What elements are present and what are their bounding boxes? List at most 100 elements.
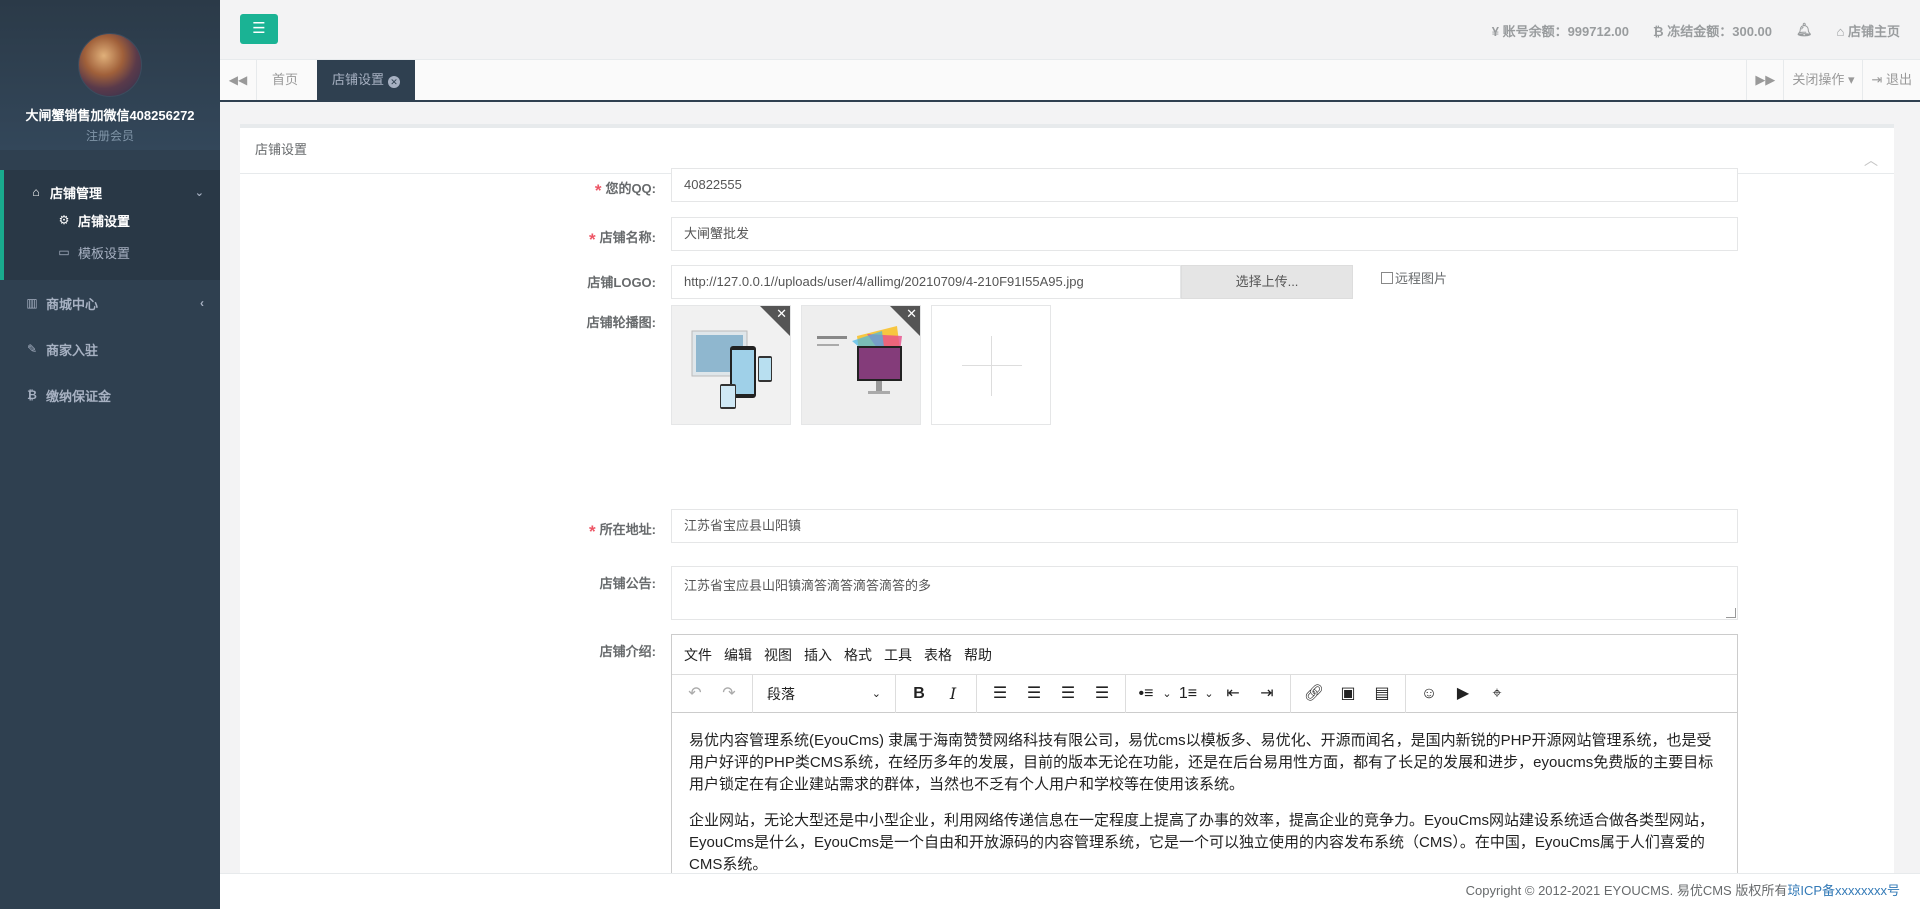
qq-input[interactable]: 40822555 [671, 168, 1738, 202]
logo-label: 店铺LOGO: [587, 275, 656, 290]
logo-url-input[interactable]: http://127.0.0.1//uploads/user/4/allimg/… [671, 265, 1181, 299]
intro-label: 店铺介绍: [599, 644, 656, 659]
align-group: ☰ ☰ ☰ ☰ [977, 674, 1126, 713]
tab-scroll-left-button[interactable]: ◀◀ [220, 60, 257, 100]
notice-textarea[interactable]: 江苏省宝应县山阳镇滴答滴答滴答滴答的多 [671, 566, 1738, 620]
sidebar-group-shop-management: ⌂ 店铺管理 ⌄ ⚙ 店铺设置 ▭ 模板设置 [0, 170, 220, 280]
sidebar-item-label: 店铺管理 [50, 185, 103, 201]
backward-icon: ◀◀ [228, 73, 248, 87]
sidebar-item-mall-center[interactable]: ▥ 商城中心 ‹ [0, 280, 220, 326]
editor-menu-view[interactable]: 视图 [764, 645, 792, 665]
edit-icon: ✎ [26, 342, 38, 356]
icp-link[interactable]: 琼ICP备xxxxxxxx号 [1787, 883, 1900, 898]
logout-button[interactable]: ⇥ 退出 [1862, 60, 1920, 100]
profile-name[interactable]: 大闸蟹销售加微信408256272 [0, 105, 220, 124]
sidebar-nav: ⌂ 店铺管理 ⌄ ⚙ 店铺设置 ▭ 模板设置 ▥ 商城中心 ‹ ✎ 商家入驻 ₿… [0, 170, 220, 418]
block-format-select[interactable]: 段落 ⌄ [759, 680, 889, 708]
align-center-icon[interactable]: ☰ [1017, 680, 1051, 708]
add-banner-button[interactable] [931, 305, 1051, 425]
close-operations-dropdown[interactable]: 关闭操作 ▾ [1783, 60, 1862, 100]
plus-icon-vertical [991, 336, 992, 396]
resize-handle[interactable] [1726, 608, 1736, 618]
editor-menu-insert[interactable]: 插入 [804, 645, 832, 665]
italic-icon[interactable]: I [936, 680, 970, 708]
bold-icon[interactable]: B [902, 680, 936, 708]
plus-icon [962, 365, 1022, 366]
notice-text: 江苏省宝应县山阳镇滴答滴答滴答滴答的多 [684, 578, 932, 593]
home-icon: ⌂ [1836, 23, 1848, 39]
close-icon[interactable]: ✕ [906, 306, 917, 322]
chevron-down-icon[interactable]: ⌄ [1202, 680, 1216, 708]
image-icon[interactable]: ▣ [1331, 680, 1365, 708]
upload-button[interactable]: 选择上传... [1181, 265, 1353, 299]
redo-icon[interactable]: ↷ [712, 680, 746, 708]
style-group: B I [896, 674, 977, 713]
editor-content[interactable]: 易优内容管理系统(EyouCms) 隶属于海南赞赞网络科技有限公司，易优cms以… [672, 713, 1737, 873]
align-right-icon[interactable]: ☰ [1051, 680, 1085, 708]
tab-scroll-right-button[interactable]: ▶▶ [1746, 60, 1783, 100]
chevron-up-icon[interactable]: ︿ [1864, 138, 1878, 182]
panel-title: 店铺设置 [255, 142, 308, 157]
sidebar-item-deposit[interactable]: ₿ 缴纳保证金 [0, 372, 220, 418]
sidebar-subitem-shop-settings[interactable]: ⚙ 店铺设置 [4, 204, 220, 236]
banner-thumbnail[interactable]: ✕ [801, 305, 921, 425]
editor-menu-file[interactable]: 文件 [684, 645, 712, 665]
menu-toggle-button[interactable]: ☰ [240, 14, 278, 44]
chevron-down-icon: ⌄ [194, 186, 204, 199]
numbered-list-icon[interactable]: 1≡ [1174, 680, 1202, 708]
bullet-list-icon[interactable]: •≡ [1132, 680, 1160, 708]
emoji-icon[interactable]: ☺ [1412, 680, 1446, 708]
bitcoin-icon: ₿ [27, 388, 37, 402]
banner-thumbnail[interactable]: ✕ [671, 305, 791, 425]
editor-menu-edit[interactable]: 编辑 [724, 645, 752, 665]
avatar[interactable] [78, 33, 142, 97]
editor-paragraph: 企业网站，无论大型还是中小型企业，利用网络传递信息在一定程度上提高了办事的效率，… [689, 812, 1715, 873]
topbar-right: ¥ 账号余额：999712.00 ₿ 冻结金额：300.00 🔔︎ ⌂ 店铺主页 [1468, 0, 1900, 60]
align-left-icon[interactable]: ☰ [983, 680, 1017, 708]
close-icon[interactable]: ✕ [388, 76, 401, 88]
account-balance: ¥ 账号余额：999712.00 [1491, 23, 1630, 39]
required-mark: * [589, 522, 596, 541]
frozen-amount: ₿ 冻结金额：300.00 [1653, 23, 1772, 39]
address-input[interactable]: 江苏省宝应县山阳镇 [671, 509, 1738, 543]
gallery-icon[interactable]: ▤ [1365, 680, 1399, 708]
shop-name-label: * 店铺名称: [589, 230, 656, 249]
shop-name-input[interactable]: 大闸蟹批发 [671, 217, 1738, 251]
tab-bar-right: ▶▶ 关闭操作 ▾ ⇥ 退出 [1746, 60, 1920, 100]
editor-menu-table[interactable]: 表格 [924, 645, 952, 665]
media-icon[interactable]: ▶ [1446, 680, 1480, 708]
editor-menubar: 文件 编辑 视图 插入 格式 工具 表格 帮助 [672, 635, 1737, 675]
sidebar-subitem-template-settings[interactable]: ▭ 模板设置 [4, 236, 220, 268]
sidebar: 大闸蟹销售加微信408256272 注册会员 ⌂ 店铺管理 ⌄ ⚙ 店铺设置 ▭… [0, 0, 220, 909]
editor-menu-format[interactable]: 格式 [844, 645, 872, 665]
indent-icon[interactable]: ⇥ [1250, 680, 1284, 708]
outdent-icon[interactable]: ⇤ [1216, 680, 1250, 708]
link-icon[interactable]: 🔗︎ [1297, 680, 1331, 708]
sidebar-item-label: 店铺设置 [78, 213, 131, 229]
banner-label: 店铺轮播图: [586, 315, 656, 330]
editor-menu-tools[interactable]: 工具 [884, 645, 912, 665]
logout-icon: ⇥ [1871, 72, 1886, 87]
profile-role: 注册会员 [85, 129, 134, 143]
editor-menu-help[interactable]: 帮助 [964, 645, 992, 665]
tab-shop-settings[interactable]: 店铺设置 ✕ [317, 60, 416, 100]
remote-image-label: 远程图片 [1395, 271, 1448, 286]
align-justify-icon[interactable]: ☰ [1085, 680, 1119, 708]
undo-icon[interactable]: ↶ [678, 680, 712, 708]
caret-down-icon: ▾ [1844, 72, 1855, 87]
remote-image-checkbox[interactable] [1381, 271, 1393, 284]
map-icon[interactable]: ⌖ [1480, 680, 1514, 708]
list-group: •≡ ⌄ 1≡ ⌄ ⇤ ⇥ [1126, 674, 1291, 713]
shop-home-link[interactable]: ⌂ 店铺主页 [1837, 21, 1900, 40]
monitor-icon: ▭ [58, 245, 70, 259]
format-group: 段落 ⌄ [753, 674, 896, 713]
required-mark: * [594, 181, 602, 200]
sidebar-item-shop-management[interactable]: ⌂ 店铺管理 ⌄ [4, 180, 220, 204]
qq-label: * 您的QQ: [594, 181, 656, 200]
sidebar-item-merchant-join[interactable]: ✎ 商家入驻 [0, 326, 220, 372]
bell-icon[interactable]: 🔔︎ [1796, 22, 1813, 38]
chevron-down-icon[interactable]: ⌄ [1160, 680, 1174, 708]
gear-icon: ⚙ [58, 213, 70, 227]
close-icon[interactable]: ✕ [776, 306, 787, 322]
tab-home[interactable]: 首页 [257, 60, 313, 100]
